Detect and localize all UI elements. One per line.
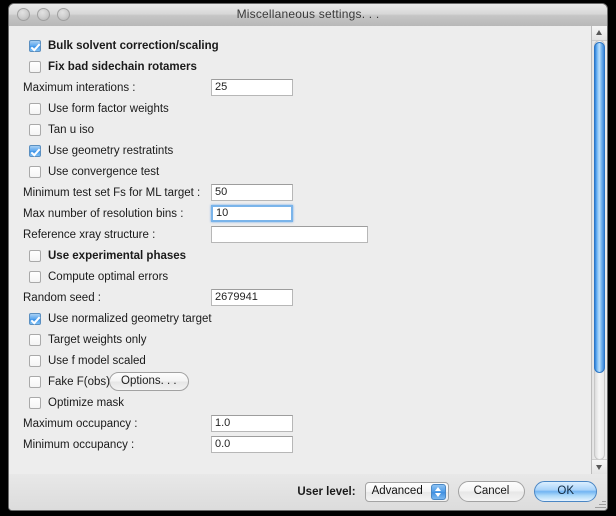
title-bar[interactable]: Miscellaneous settings. . . [9,4,607,27]
checkbox-checked-icon[interactable] [29,313,41,325]
checkbox-unchecked-icon[interactable] [29,355,41,367]
checkbox-target-weights-only[interactable]: Target weights only [9,329,591,350]
field-row: Minimum occupancy : [9,434,591,455]
field-label: Minimum occupancy : [23,439,134,451]
checkbox-use-form-factor-weights[interactable]: Use form factor weights [9,98,591,119]
checkbox-unchecked-icon[interactable] [29,124,41,136]
text-input-max-number-of-resolution-bins[interactable]: 10 [211,205,293,222]
text-input-random-seed[interactable]: 2679941 [211,289,293,306]
checkbox-label: Bulk solvent correction/scaling [48,40,219,52]
checkbox-label: Use f model scaled [48,355,146,367]
setting-row-checkbox: Use geometry restratints [9,140,591,161]
checkbox-bulk-solvent-correction-scaling[interactable]: Bulk solvent correction/scaling [9,35,591,56]
setting-row-checkbox: Bulk solvent correction/scaling [9,35,591,56]
settings-dialog-window: Miscellaneous settings. . . Bulk solvent… [8,3,608,511]
field-row: Maximum occupancy : [9,413,591,434]
checkbox-tan-u-iso[interactable]: Tan u iso [9,119,591,140]
text-input-minimum-test-set-fs-for-ml-target[interactable]: 50 [211,184,293,201]
checkbox-label: Use experimental phases [48,250,186,262]
setting-row-checkbox: Use experimental phases [9,245,591,266]
resize-grip-icon[interactable] [593,496,606,509]
setting-row-checkbox: Tan u iso [9,119,591,140]
field-row: Random seed : [9,287,591,308]
checkbox-label: Use geometry restratints [48,145,173,157]
checkbox-unchecked-icon[interactable] [29,397,41,409]
field-label: Maximum occupancy : [23,418,137,430]
field-label: Minimum test set Fs for ML target : [23,187,200,199]
setting-row-field: Minimum test set Fs for ML target : 50 [9,182,591,203]
checkbox-label: Compute optimal errors [48,271,168,283]
checkbox-compute-optimal-errors[interactable]: Compute optimal errors [9,266,591,287]
checkbox-label: Fix bad sidechain rotamers [48,61,197,73]
user-level-selected-value: Advanced [372,485,423,497]
setting-row-field: Max number of resolution bins : 10 [9,203,591,224]
checkbox-unchecked-icon[interactable] [29,334,41,346]
vertical-scrollbar[interactable] [591,26,607,474]
checkbox-label: Use convergence test [48,166,159,178]
setting-row-field: Maximum occupancy : 1.0 [9,413,591,434]
checkbox-unchecked-icon[interactable] [29,271,41,283]
checkbox-unchecked-icon[interactable] [29,61,41,73]
user-level-label: User level: [297,486,355,498]
user-level-select[interactable]: Advanced [365,482,449,502]
checkbox-unchecked-icon[interactable] [29,250,41,262]
window-title: Miscellaneous settings. . . [9,7,607,21]
text-input-minimum-occupancy[interactable]: 0.0 [211,436,293,453]
text-input-maximum-interations[interactable]: 25 [211,79,293,96]
checkbox-use-geometry-restratints[interactable]: Use geometry restratints [9,140,591,161]
checkbox-use-f-model-scaled[interactable]: Use f model scaled [9,350,591,371]
setting-row-field: Minimum occupancy : 0.0 [9,434,591,455]
text-input-maximum-occupancy[interactable]: 1.0 [211,415,293,432]
cancel-button[interactable]: Cancel [458,481,526,502]
field-label: Maximum interations : [23,82,135,94]
checkbox-use-experimental-phases[interactable]: Use experimental phases [9,245,591,266]
dialog-footer: User level: Advanced Cancel OK [9,474,607,510]
checkbox-label: Use form factor weights [48,103,169,115]
checkbox-checked-icon[interactable] [29,40,41,52]
setting-row-checkbox: Fake F(obs)Options. . . [9,371,591,392]
field-label: Random seed : [23,292,101,304]
fake-fobs-options-button[interactable]: Options. . . [109,372,189,391]
checkbox-unchecked-icon[interactable] [29,103,41,115]
field-label: Reference xray structure : [23,229,155,241]
field-row: Maximum interations : [9,77,591,98]
setting-row-checkbox: Compute optimal errors [9,266,591,287]
setting-row-checkbox: Optimize mask [9,392,591,413]
checkbox-label: Target weights only [48,334,146,346]
setting-row-checkbox: Use convergence test [9,161,591,182]
checkbox-label: Optimize mask [48,397,124,409]
checkbox-fake-f-obs[interactable]: Fake F(obs) [9,371,591,392]
chevron-updown-icon[interactable] [431,484,446,500]
setting-row-checkbox: Use normalized geometry target [9,308,591,329]
setting-row-checkbox: Use f model scaled [9,350,591,371]
checkbox-optimize-mask[interactable]: Optimize mask [9,392,591,413]
field-row: Max number of resolution bins : [9,203,591,224]
checkbox-label: Tan u iso [48,124,94,136]
scroll-down-arrow-icon[interactable] [592,459,607,474]
settings-rows-container: Bulk solvent correction/scaling Fix bad s… [9,26,591,455]
setting-row-field: Maximum interations : 25 [9,77,591,98]
field-row: Minimum test set Fs for ML target : [9,182,591,203]
scrollbar-thumb[interactable] [594,42,605,373]
ok-button[interactable]: OK [534,481,597,502]
settings-content-area: Bulk solvent correction/scaling Fix bad s… [9,26,607,475]
setting-row-checkbox: Target weights only [9,329,591,350]
checkbox-label: Use normalized geometry target [48,313,212,325]
scroll-viewport: Bulk solvent correction/scaling Fix bad s… [9,26,591,474]
checkbox-fix-bad-sidechain-rotamers[interactable]: Fix bad sidechain rotamers [9,56,591,77]
footer-controls: User level: Advanced Cancel OK [297,481,597,502]
checkbox-checked-icon[interactable] [29,145,41,157]
setting-row-checkbox: Fix bad sidechain rotamers [9,56,591,77]
setting-row-field: Random seed : 2679941 [9,287,591,308]
checkbox-unchecked-icon[interactable] [29,376,41,388]
setting-row-field: Reference xray structure : [9,224,591,245]
setting-row-checkbox: Use form factor weights [9,98,591,119]
field-label: Max number of resolution bins : [23,208,183,220]
checkbox-label: Fake F(obs) [48,376,110,388]
checkbox-unchecked-icon[interactable] [29,166,41,178]
checkbox-use-normalized-geometry-target[interactable]: Use normalized geometry target [9,308,591,329]
checkbox-use-convergence-test[interactable]: Use convergence test [9,161,591,182]
scroll-up-arrow-icon[interactable] [592,26,607,41]
text-input-reference-xray-structure[interactable] [211,226,368,243]
